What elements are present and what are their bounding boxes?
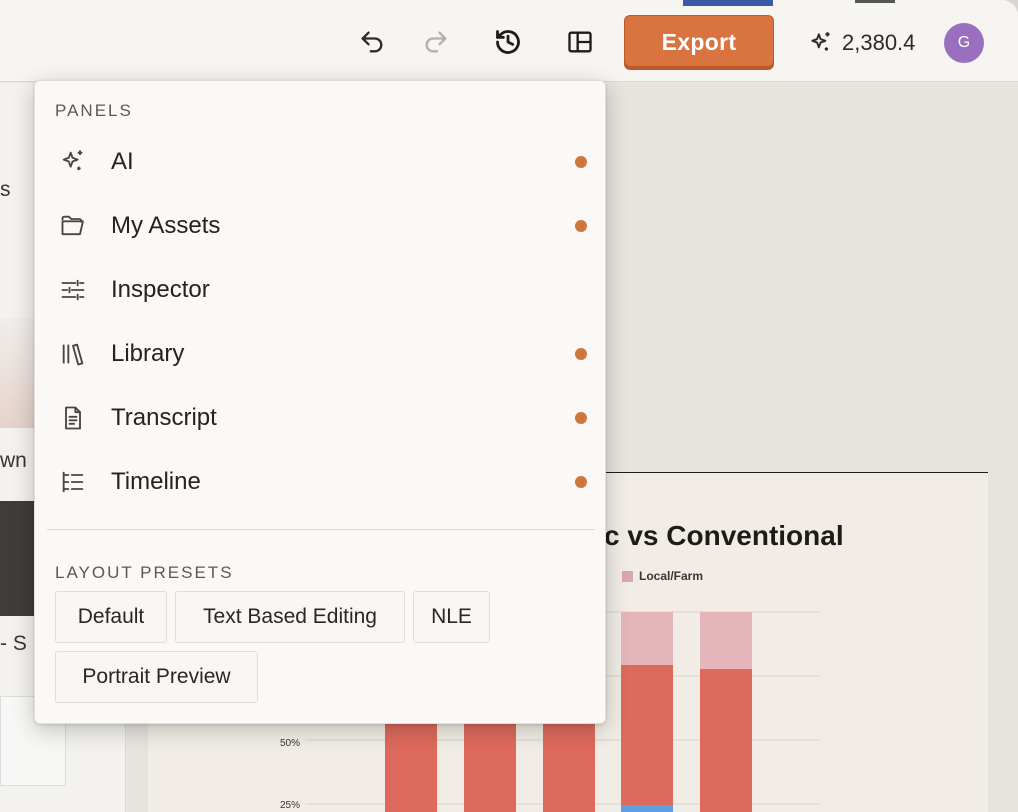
layout-presets-section-title: LAYOUT PRESETS xyxy=(55,563,234,582)
sparkles-icon xyxy=(59,148,87,176)
folder-open-icon xyxy=(59,212,87,240)
preset-nle-button[interactable]: NLE xyxy=(413,591,490,643)
chart-bar-segment xyxy=(621,805,673,812)
document-text-icon xyxy=(59,404,87,432)
chart-bar-segment xyxy=(700,612,752,669)
library-books-icon xyxy=(59,340,87,368)
active-indicator-dot xyxy=(575,412,587,424)
menu-item-inspector[interactable]: Inspector xyxy=(47,262,595,318)
active-indicator-dot xyxy=(575,348,587,360)
menu-item-label: Timeline xyxy=(111,468,201,495)
menu-item-my-assets[interactable]: My Assets xyxy=(47,198,595,254)
preset-text-based-editing-button[interactable]: Text Based Editing xyxy=(175,591,405,643)
menu-item-label: Transcript xyxy=(111,404,217,431)
y-tick-label: 25% xyxy=(280,800,300,811)
menu-item-label: AI xyxy=(111,148,134,175)
preset-portrait-preview-button[interactable]: Portrait Preview xyxy=(55,651,258,703)
app-window: Export 2,380.4 G s ics wn - S c vs Conve… xyxy=(0,0,1018,812)
menu-item-label: Library xyxy=(111,340,185,367)
menu-item-label: My Assets xyxy=(111,212,221,239)
menu-item-transcript[interactable]: Transcript xyxy=(47,390,595,446)
timeline-list-icon xyxy=(59,468,87,496)
menu-item-library[interactable]: Library xyxy=(47,326,595,382)
y-tick-label: 50% xyxy=(280,738,300,749)
chart-bar-segment xyxy=(621,612,673,665)
menu-item-label: Inspector xyxy=(111,276,210,303)
active-indicator-dot xyxy=(575,220,587,232)
chart-bar-segment xyxy=(621,665,673,805)
menu-item-timeline[interactable]: Timeline xyxy=(47,454,595,510)
chart-bar-segment xyxy=(700,669,752,812)
menu-item-ai[interactable]: AI xyxy=(47,134,595,190)
active-indicator-dot xyxy=(575,476,587,488)
sliders-icon xyxy=(59,276,87,304)
panels-section-title: PANELS xyxy=(55,101,133,120)
preset-default-button[interactable]: Default xyxy=(55,591,167,643)
panels-dropdown-menu: PANELS AI My Assets Inspector Library Tr… xyxy=(34,80,606,724)
active-indicator-dot xyxy=(575,156,587,168)
menu-divider xyxy=(47,529,595,530)
